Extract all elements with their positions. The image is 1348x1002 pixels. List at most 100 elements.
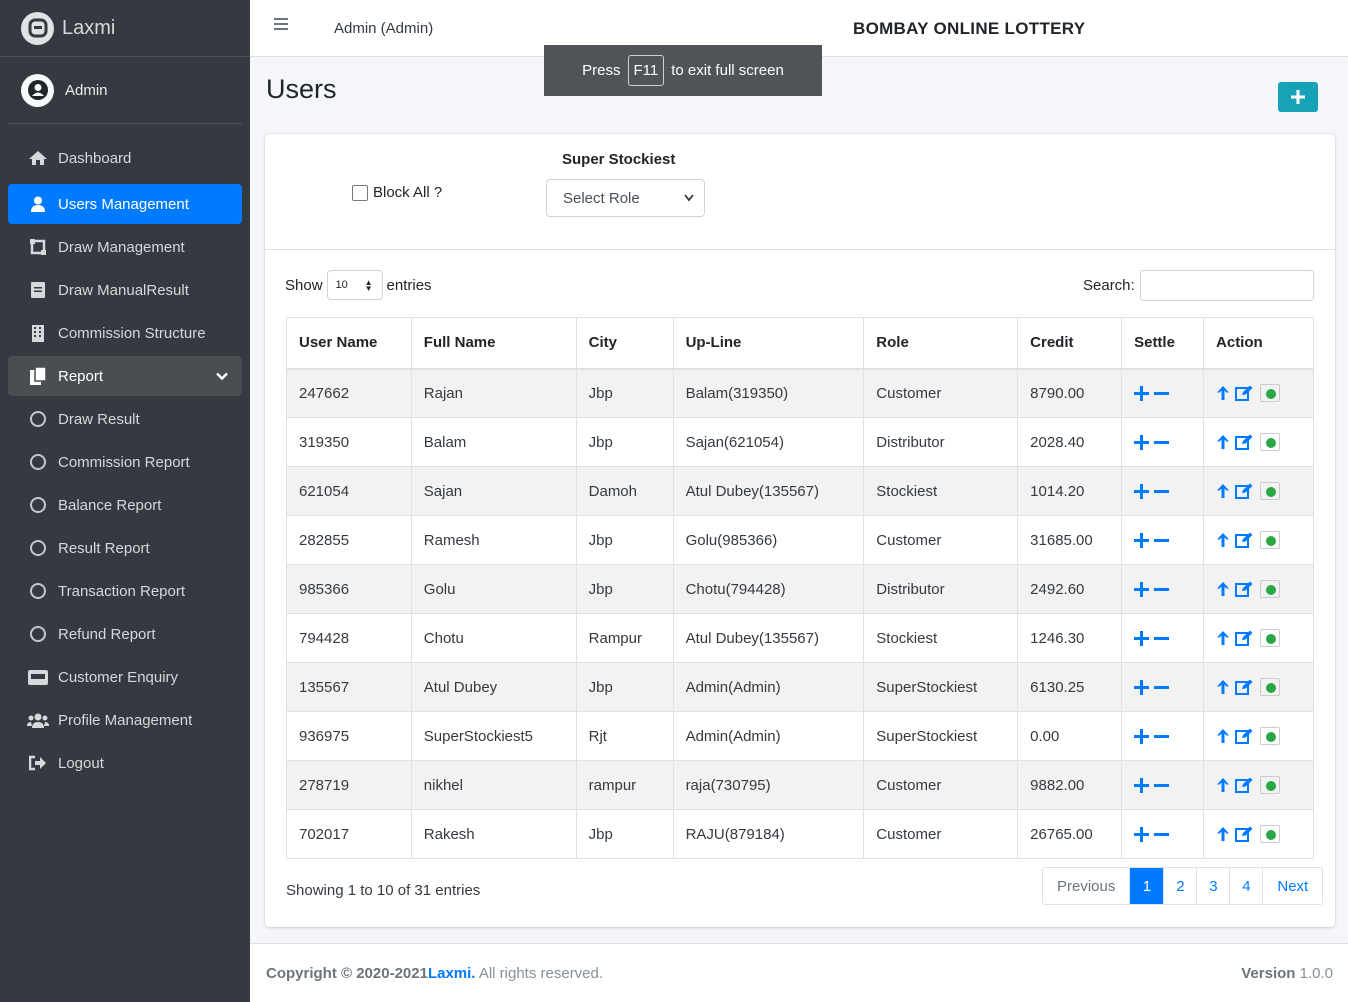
- entries-length-select[interactable]: 10 ▲ ▼: [326, 270, 383, 300]
- sidebar-item-users-management[interactable]: Users Management: [8, 184, 242, 224]
- minus-icon[interactable]: [1154, 386, 1170, 401]
- pagination-page-1[interactable]: 1: [1129, 868, 1164, 904]
- block-all-toggle[interactable]: Block All ?: [352, 184, 442, 201]
- status-toggle-icon[interactable]: [1260, 825, 1281, 843]
- status-toggle-icon[interactable]: [1260, 580, 1281, 598]
- sidebar-item-profile-management[interactable]: Profile Management: [8, 700, 242, 740]
- status-toggle-icon[interactable]: [1260, 433, 1281, 451]
- edit-icon[interactable]: [1235, 385, 1253, 402]
- status-toggle-icon[interactable]: [1260, 531, 1281, 549]
- status-toggle-icon[interactable]: [1260, 727, 1281, 745]
- edit-icon[interactable]: [1235, 483, 1253, 499]
- settle-cell: [1121, 809, 1205, 859]
- status-toggle-icon[interactable]: [1260, 629, 1281, 647]
- column-header-settle[interactable]: Settle: [1121, 317, 1205, 370]
- status-toggle-icon[interactable]: [1260, 482, 1281, 500]
- column-header-city[interactable]: City: [575, 317, 674, 370]
- sidebar-item-result-report[interactable]: Result Report: [8, 528, 242, 568]
- sidebar-item-customer-enquiry[interactable]: Customer Enquiry: [8, 657, 242, 697]
- arrow-up-icon[interactable]: [1216, 679, 1230, 695]
- minus-icon[interactable]: [1154, 533, 1170, 548]
- table-row: 319350 Balam Jbp Sajan(621054) Distributor 20…: [286, 417, 1314, 467]
- arrow-up-icon[interactable]: [1216, 630, 1230, 646]
- arrow-up-icon[interactable]: [1216, 385, 1230, 401]
- plus-icon[interactable]: [1134, 777, 1150, 793]
- column-header-user-name[interactable]: User Name: [286, 317, 412, 370]
- plus-icon[interactable]: [1134, 630, 1150, 646]
- footer-brand-link[interactable]: Laxmi.: [428, 965, 476, 982]
- sidebar-item-transaction-report[interactable]: Transaction Report: [8, 571, 242, 611]
- pagination-page-2[interactable]: 2: [1163, 868, 1196, 904]
- table-cell: 282855: [286, 515, 412, 565]
- sidebar-item-report[interactable]: Report: [8, 356, 242, 396]
- sort-arrows-icon: ▲ ▼: [364, 278, 373, 293]
- status-toggle-icon[interactable]: [1260, 776, 1281, 794]
- pagination-page-4[interactable]: 4: [1229, 868, 1262, 904]
- column-header-up-line[interactable]: Up-Line: [672, 317, 865, 370]
- brand-link[interactable]: Laxmi: [0, 0, 250, 57]
- plus-icon[interactable]: [1134, 679, 1150, 695]
- pagination-previous[interactable]: Previous: [1043, 868, 1129, 904]
- minus-icon[interactable]: [1154, 582, 1170, 597]
- sidebar-item-balance-report[interactable]: Balance Report: [8, 485, 242, 525]
- minus-icon[interactable]: [1154, 484, 1170, 499]
- arrow-up-icon[interactable]: [1216, 434, 1230, 450]
- sidebar-item-draw-management[interactable]: Draw Management: [8, 227, 242, 267]
- minus-icon[interactable]: [1154, 778, 1170, 793]
- minus-icon[interactable]: [1154, 729, 1170, 744]
- add-user-button[interactable]: [1278, 82, 1318, 112]
- arrow-up-icon[interactable]: [1216, 532, 1230, 548]
- status-toggle-icon[interactable]: [1260, 384, 1281, 403]
- edit-icon[interactable]: [1235, 532, 1253, 548]
- role-select[interactable]: Select Role: [546, 179, 705, 217]
- column-header-full-name[interactable]: Full Name: [410, 317, 577, 370]
- search-input[interactable]: [1140, 270, 1314, 301]
- table-header-row: User Name Full Name City Up-Line Role Credit S…: [286, 317, 1314, 370]
- minus-icon[interactable]: [1154, 680, 1170, 695]
- user-circle-icon: [27, 80, 48, 100]
- footer: Copyright © 2020-2021Laxmi. All rights r…: [250, 943, 1348, 1002]
- plus-icon[interactable]: [1134, 434, 1150, 450]
- status-toggle-icon[interactable]: [1260, 678, 1281, 696]
- sidebar-item-commission-report[interactable]: Commission Report: [8, 442, 242, 482]
- edit-icon[interactable]: [1235, 679, 1253, 695]
- edit-icon[interactable]: [1235, 434, 1253, 450]
- plus-icon[interactable]: [1134, 826, 1150, 842]
- minus-icon[interactable]: [1154, 435, 1170, 450]
- arrow-up-icon[interactable]: [1216, 483, 1230, 499]
- menu-toggle-icon[interactable]: [274, 18, 288, 33]
- column-header-role[interactable]: Role: [863, 317, 1019, 370]
- edit-icon[interactable]: [1235, 777, 1253, 793]
- column-header-action[interactable]: Action: [1203, 317, 1314, 370]
- arrow-up-icon[interactable]: [1216, 581, 1230, 597]
- edit-icon[interactable]: [1235, 630, 1253, 646]
- sidebar-item-logout[interactable]: Logout: [8, 743, 242, 783]
- sidebar-item-draw-result[interactable]: Draw Result: [8, 399, 242, 439]
- edit-icon[interactable]: [1235, 581, 1253, 597]
- minus-icon[interactable]: [1154, 631, 1170, 646]
- minus-icon[interactable]: [1154, 827, 1170, 842]
- sidebar-item-draw-manualresult[interactable]: Draw ManualResult: [8, 270, 242, 310]
- pagination-page-3[interactable]: 3: [1196, 868, 1229, 904]
- plus-icon[interactable]: [1134, 581, 1150, 597]
- edit-icon[interactable]: [1235, 826, 1253, 842]
- sidebar-item-refund-report[interactable]: Refund Report: [8, 614, 242, 654]
- plus-icon[interactable]: [1134, 483, 1150, 499]
- sidebar-item-commission-structure[interactable]: Commission Structure: [8, 313, 242, 353]
- edit-icon[interactable]: [1235, 728, 1253, 744]
- arrow-up-icon[interactable]: [1216, 826, 1230, 842]
- plus-icon[interactable]: [1134, 385, 1150, 401]
- block-all-checkbox[interactable]: [352, 184, 368, 201]
- topbar-user[interactable]: Admin (Admin): [334, 20, 433, 37]
- pagination-next[interactable]: Next: [1262, 868, 1322, 904]
- table-cell: 135567: [286, 662, 412, 712]
- sidebar-item-dashboard[interactable]: Dashboard: [8, 138, 242, 178]
- arrow-up-icon[interactable]: [1216, 728, 1230, 744]
- plus-icon[interactable]: [1134, 728, 1150, 744]
- sidebar-user-panel[interactable]: Admin: [8, 57, 242, 124]
- column-header-credit[interactable]: Credit: [1017, 317, 1123, 370]
- table-cell: 6130.25: [1017, 662, 1123, 712]
- plus-icon[interactable]: [1134, 532, 1150, 548]
- arrow-up-icon[interactable]: [1216, 777, 1230, 793]
- sidebar-item-label: Commission Structure: [58, 324, 206, 342]
